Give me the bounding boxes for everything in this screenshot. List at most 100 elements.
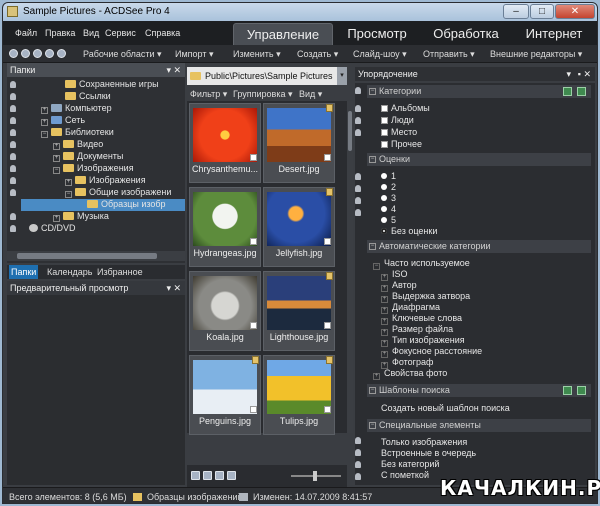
panel-pin-icon[interactable]: ▾ [166,281,171,295]
path-dropdown-icon[interactable]: ▾ [337,67,347,85]
panel-close-icon[interactable]: ✕ [173,63,181,77]
pin-icon[interactable] [10,105,16,112]
collapse-icon[interactable]: − [53,167,60,174]
expand-icon[interactable]: + [53,155,60,162]
menu-view[interactable]: Вид [83,28,99,38]
category-albums[interactable]: Альбомы [381,103,430,113]
up-icon[interactable] [33,49,42,58]
thumbnail-checkbox[interactable] [250,238,257,245]
expand-icon[interactable]: + [65,179,72,186]
radio[interactable] [381,195,387,201]
special-item[interactable]: Встроенные в очередь [381,448,476,458]
pin-icon[interactable] [10,129,16,136]
section-saved-searches[interactable]: − Шаблоны поиска [367,384,591,397]
tree-item[interactable]: − Библиотеки [41,127,114,139]
rating-4[interactable]: 4 [381,204,396,214]
tab-online[interactable]: Интернет [513,23,595,45]
path-bar[interactable]: Public\Pictures\Sample Pictures ▾ [187,67,347,85]
grid-scrollbar[interactable] [347,101,353,433]
menu-file[interactable]: Файл [15,28,37,38]
pin-icon[interactable] [355,87,361,94]
thumbnail-checkbox[interactable] [250,322,257,329]
auto-photo-properties[interactable]: + Свойства фото [373,368,447,380]
special-item[interactable]: Без категорий [381,459,439,469]
pin-icon[interactable] [10,213,16,220]
panel-close-icon[interactable]: ✕ [583,67,591,81]
maximize-button[interactable]: □ [530,4,554,19]
back-icon[interactable] [9,49,18,58]
pin-icon[interactable] [355,473,361,480]
tree-item[interactable]: − Изображения [53,163,134,175]
pin-icon[interactable] [355,449,361,456]
panel-pin-icon[interactable]: ▾ [166,63,171,77]
create-button[interactable]: Создать ▾ [297,49,338,60]
pin-icon[interactable] [10,165,16,172]
rating-2[interactable]: 2 [381,182,396,192]
tree-item[interactable]: + Документы [53,151,123,163]
create-search-link[interactable]: Создать новый шаблон поиска [381,403,510,413]
menu-help[interactable]: Справка [145,28,180,38]
edit-category-icon[interactable] [577,87,586,96]
checkbox[interactable] [381,129,388,136]
tree-item[interactable]: Ссылки [65,91,111,103]
expand-icon[interactable]: + [41,119,48,126]
rating-none[interactable]: Без оценки [381,226,437,236]
external-editors-button[interactable]: Внешние редакторы ▾ [490,49,582,60]
radio[interactable] [381,173,387,179]
tree-item[interactable]: + Компьютер [41,103,112,115]
section-auto-categories[interactable]: − Автоматические категории [367,240,591,253]
tree-item[interactable]: + Изображения [65,175,146,187]
category-other[interactable]: Прочее [381,139,422,149]
send-button[interactable]: Отправить ▾ [423,49,475,60]
tree-item[interactable]: + Видео [53,139,103,151]
thumbnail-checkbox[interactable] [324,154,331,161]
pin-icon[interactable] [10,225,16,232]
expand-icon[interactable]: + [373,373,380,380]
scroll-thumb[interactable] [348,111,352,151]
special-item[interactable]: Только изображения [381,437,467,447]
tab-calendar[interactable]: Календарь [45,265,94,279]
tree-item-selected[interactable]: Образцы изобр [21,199,185,211]
pin-icon[interactable] [10,93,16,100]
thumbnail-item[interactable]: Hydrangeas.jpg [189,187,261,267]
radio[interactable] [381,184,387,190]
thumbnail-item[interactable]: Chrysanthemu... [189,103,261,183]
thumbnail-checkbox[interactable] [324,406,331,413]
display-icon[interactable] [215,471,224,480]
tab-view[interactable]: Просмотр [335,23,419,45]
edit-search-icon[interactable] [577,386,586,395]
collapse-icon[interactable]: − [369,422,376,429]
special-item[interactable]: С пометкой [381,470,429,480]
radio-selected[interactable] [381,228,387,234]
checkbox[interactable] [381,105,388,112]
section-special-items[interactable]: − Специальные элементы [367,419,591,432]
display-icon[interactable] [227,471,236,480]
minimize-button[interactable]: – [503,4,529,19]
group-button[interactable]: Группировка ▾ [233,89,293,100]
tab-manage[interactable]: Управление [233,23,333,45]
menu-edit[interactable]: Правка [45,28,75,38]
category-places[interactable]: Место [381,127,417,137]
pin-icon[interactable] [10,141,16,148]
pin-icon[interactable] [355,437,361,444]
thumbnail-item[interactable]: Desert.jpg [263,103,335,183]
pin-icon[interactable] [10,81,16,88]
thumbnail-item[interactable]: Koala.jpg [189,271,261,351]
pin-icon[interactable] [10,177,16,184]
add-category-icon[interactable] [563,87,572,96]
pin-icon[interactable] [355,173,361,180]
import-button[interactable]: Импорт ▾ [175,49,213,60]
thumbnail-checkbox[interactable] [324,322,331,329]
filter-button[interactable]: Фильтр ▾ [190,89,227,100]
collapse-icon[interactable]: − [369,243,376,250]
collapse-icon[interactable]: − [41,131,48,138]
collapse-icon[interactable]: − [369,387,376,394]
rating-3[interactable]: 3 [381,193,396,203]
pin-icon[interactable] [355,461,361,468]
pin-icon[interactable] [10,117,16,124]
pin-icon[interactable] [10,189,16,196]
rating-5[interactable]: 5 [381,215,396,225]
pin-icon[interactable] [10,153,16,160]
panel-pin-icon[interactable]: ▾ [566,67,571,81]
collapse-icon[interactable]: − [369,156,376,163]
